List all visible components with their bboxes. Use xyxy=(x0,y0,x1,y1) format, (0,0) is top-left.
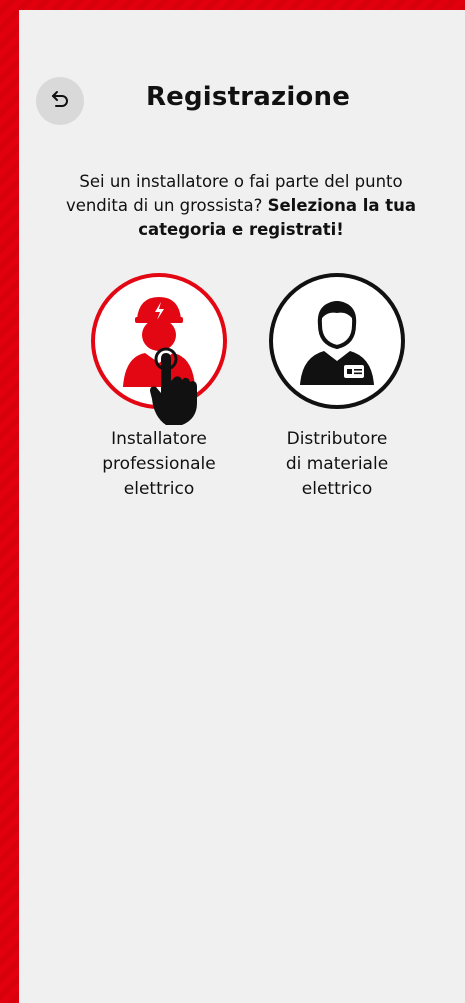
registration-panel xyxy=(19,10,465,1003)
tap-hand-icon xyxy=(148,347,200,431)
undo-arrow-icon xyxy=(48,87,72,115)
distributor-avatar-circle[interactable] xyxy=(269,273,405,409)
back-button[interactable] xyxy=(36,77,84,125)
installer-label: Installatore professionale elettrico xyxy=(102,429,216,499)
distributor-label: Distributore di materiale elettrico xyxy=(285,429,389,499)
distributor-avatar-icon xyxy=(292,291,382,391)
intro-text: Sei un installatore o fai parte del punt… xyxy=(54,170,428,242)
page-title: Registrazione xyxy=(145,82,351,112)
category-distributor[interactable]: Distributore di materiale elettrico xyxy=(257,273,417,502)
